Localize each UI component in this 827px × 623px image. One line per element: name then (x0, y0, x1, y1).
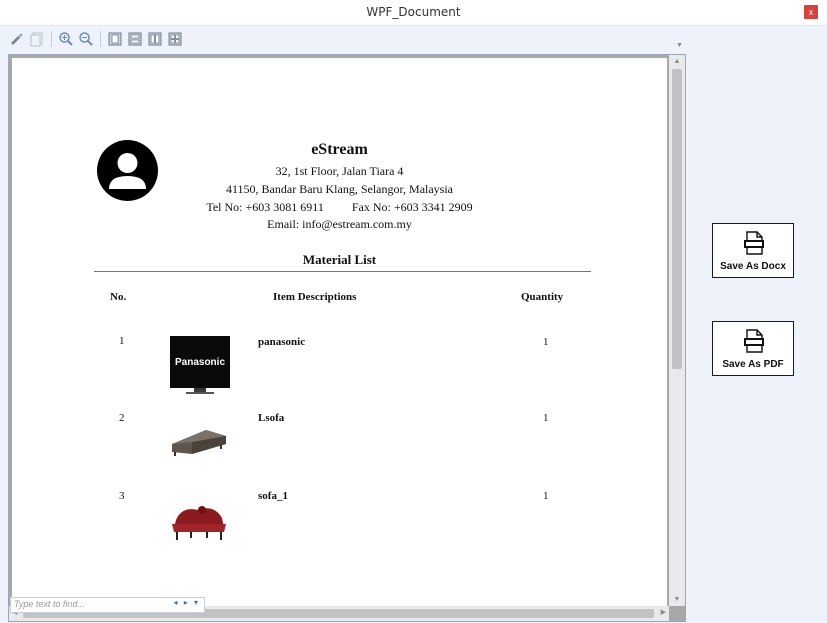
save-as-pdf-label: Save As PDF (722, 359, 784, 370)
save-as-pdf-button[interactable]: Save As PDF (712, 321, 794, 376)
four-pages-icon[interactable] (166, 30, 184, 48)
find-text-input[interactable]: Type text to find... ◂ ▸ ▾ (10, 597, 205, 613)
row-2-item-name: Lsofa (258, 412, 285, 424)
single-page-icon[interactable] (106, 30, 124, 48)
row-3-quantity: 1 (543, 490, 549, 502)
row-2-quantity: 1 (543, 412, 549, 424)
company-address-line2: 41150, Bandar Baru Klang, Selangor, Mala… (225, 182, 454, 196)
company-name: eStream (311, 141, 368, 158)
scroll-up-icon[interactable]: ▲ (669, 58, 685, 65)
document-page: eStream 32, 1st Floor, Jalan Tiara 4 411… (12, 58, 667, 606)
scroll-down-icon[interactable]: ▼ (669, 596, 685, 603)
window-client: ▼ ▼ eStream 32, 1st Floor, Jalan Tiara 4… (0, 26, 827, 623)
toolbar-separator (51, 31, 52, 47)
document-viewer-toolbar (8, 28, 184, 50)
print-icon[interactable] (8, 30, 26, 48)
column-header-description: Item Descriptions (273, 291, 357, 303)
two-pages-icon[interactable] (146, 30, 164, 48)
zoom-in-icon[interactable] (57, 30, 75, 48)
row-1-item-name: panasonic (258, 336, 306, 348)
row-3-number: 3 (119, 490, 125, 502)
document-title: Material List (302, 252, 377, 267)
copy-icon[interactable] (28, 30, 46, 48)
document-viewer[interactable]: eStream 32, 1st Floor, Jalan Tiara 4 411… (8, 54, 686, 622)
find-navigation-icon[interactable]: ◂ ▸ ▾ (174, 598, 201, 607)
company-email: Email: info@estream.com.my (267, 217, 412, 231)
save-as-docx-button[interactable]: Save As Docx (712, 223, 794, 278)
company-address-line1: 32, 1st Floor, Jalan Tiara 4 (275, 164, 404, 178)
vertical-scroll-thumb[interactable] (672, 69, 682, 369)
scroll-right-icon[interactable]: ▶ (661, 608, 666, 616)
pdf-file-icon (743, 329, 765, 358)
toolbar-separator (100, 31, 101, 47)
row-2-number: 2 (119, 412, 125, 424)
close-button[interactable]: x (804, 5, 818, 19)
window-title: WPF_Document (366, 5, 461, 19)
zoom-out-icon[interactable] (77, 30, 95, 48)
panasonic-tv-label: Panasonic (175, 357, 225, 368)
find-placeholder: Type text to find... (14, 599, 85, 609)
row-1-quantity: 1 (543, 336, 549, 348)
docx-file-icon (743, 231, 765, 260)
row-1-number: 1 (119, 335, 125, 347)
title-bar: WPF_Document x (0, 0, 827, 26)
company-tel: Tel No: +603 3081 6911 (206, 200, 324, 214)
outer-scroll-up-icon[interactable]: ▼ (676, 42, 683, 49)
company-fax: Fax No: +603 3341 2909 (351, 200, 473, 214)
company-contact-line: Tel No: +603 3081 6911 Fax No: +603 3341… (12, 200, 667, 215)
column-header-quantity: Quantity (521, 291, 564, 303)
vertical-scrollbar[interactable]: ▲ ▼ (669, 55, 685, 606)
red-sofa-image (168, 498, 230, 547)
column-header-no: No. (110, 291, 127, 303)
row-3-item-name: sofa_1 (258, 490, 288, 502)
save-as-docx-label: Save As Docx (720, 261, 786, 272)
l-sofa-image (168, 420, 230, 465)
page-width-icon[interactable] (126, 30, 144, 48)
title-underline (94, 271, 591, 272)
panasonic-tv-image: Panasonic (170, 336, 230, 401)
